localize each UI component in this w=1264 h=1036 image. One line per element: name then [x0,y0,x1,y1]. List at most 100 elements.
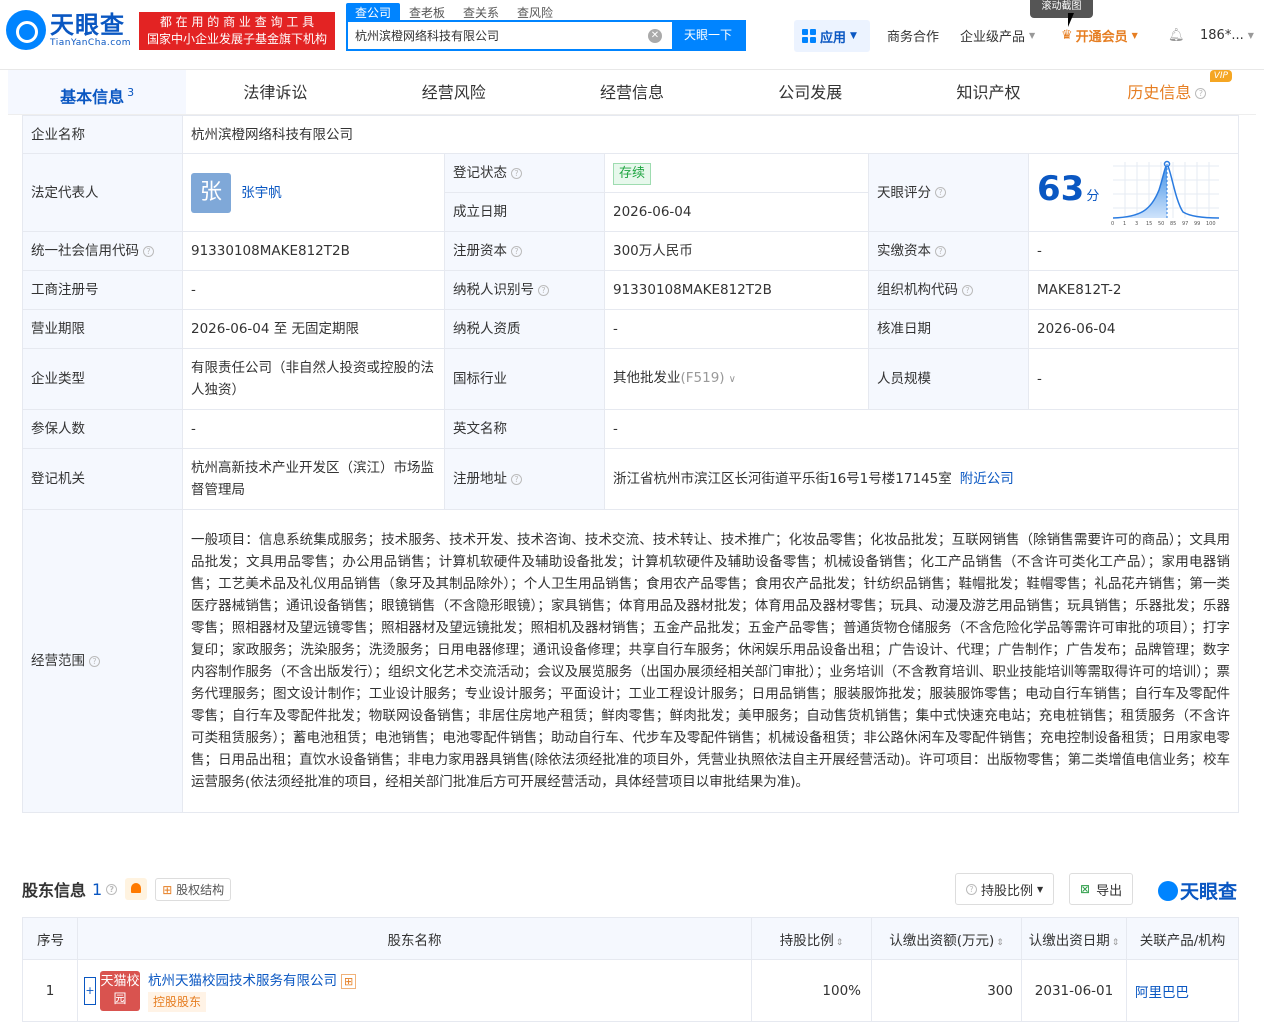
chevron-down-icon: ▼ [850,31,857,41]
export-button[interactable]: ⊠ 导出 [1069,873,1134,905]
tax-id: 91330108MAKE812T2B [604,270,869,310]
col-amount[interactable]: 认缴出资额(万元) ⇕ [871,917,1022,960]
tab-business-info[interactable]: 经营信息 [543,70,721,114]
ratio-filter-button[interactable]: ? 持股比例 ▼ [955,873,1055,905]
score-number: 63 [1037,168,1085,209]
label-score: 天眼评分? [868,153,1029,232]
found-date: 2026-06-04 [604,192,869,232]
shareholders-table: 序号 股东名称 持股比例 ⇕ 认缴出资额(万元) ⇕ 认缴出资日期 ⇕ 关联产品/机构… [22,917,1239,1022]
label-staff-size: 人员规模 [868,348,1029,410]
score-cell[interactable]: 63 分 0 1 3 15 50 85 97 99 100 [1027,153,1240,232]
eye-logo-icon [1158,880,1178,901]
tab-label: 基本信息 [60,87,125,107]
help-icon[interactable]: ? [106,883,118,895]
nav-vip-label: 开通会员 [1075,29,1128,45]
controlling-tag: 控股股东 [148,992,207,1012]
row-index: 1 [22,959,78,1022]
tab-business-risk[interactable]: 经营风险 [365,70,543,114]
nav-enterprise-label: 企业级产品 [960,29,1026,45]
help-icon[interactable]: ? [935,245,946,257]
help-icon[interactable]: ? [511,167,522,179]
taxpayer-qual: - [604,309,869,349]
vip-badge: VIP [1209,70,1232,82]
nav-business[interactable]: 商务合作 [887,18,939,52]
label-tax-id: 纳税人识别号? [444,270,605,310]
label-text: 统一社会信用代码 [31,243,139,259]
crown-icon: ♛ [1061,27,1073,43]
tab-basic-info[interactable]: 基本信息 3 [8,70,187,114]
bell-icon[interactable]: 🔔︎ [1168,18,1185,52]
tab-ip[interactable]: 知识产权 [899,70,1077,114]
structure-icon[interactable]: ⊞ [341,974,357,989]
help-icon[interactable]: ? [962,284,973,296]
product-link[interactable]: 阿里巴巴 [1126,959,1239,1022]
label-status: 登记状态? [444,153,605,193]
col-product: 关联产品/机构 [1126,917,1239,960]
org-code: MAKE812T-2 [1027,270,1240,310]
industry-cell[interactable]: 其他批发业(F519) ∨ [604,348,869,410]
sort-icon: ⇕ [1111,937,1120,948]
help-icon[interactable]: ? [935,187,946,198]
label-paid-capital: 实缴资本? [868,231,1029,271]
shareholder-cell: + 天猫校园 杭州天猫校园技术服务有限公司 ⊞ 控股股东 [77,959,752,1022]
label-org-code: 组织机构代码? [868,270,1029,310]
approve-date: 2026-06-04 [1027,309,1240,349]
basic-info-table: 企业名称 杭州滨橙网络科技有限公司 法定代表人 张 张宇帆 登记状态? 存续 天… [22,115,1240,813]
excel-icon: ⊠ [1080,882,1091,896]
logo-domain: TianYanCha.com [50,38,132,48]
tab-development[interactable]: 公司发展 [721,70,899,114]
search-button[interactable]: 天眼一下 [672,22,744,49]
tooltip: 滚动截图 [1030,0,1093,18]
help-icon: ? [966,883,977,895]
nav-user[interactable]: 186*... ▼ [1200,18,1254,52]
clear-icon[interactable]: ✕ [648,29,662,43]
shareholder-link[interactable]: 杭州天猫校园技术服务有限公司 [148,973,337,989]
apps-button[interactable]: 应用 ▼ [794,20,870,52]
user-phone: 186*... [1200,27,1244,43]
tick-label: 15 [1146,221,1152,226]
help-icon[interactable]: ? [89,655,100,667]
help-icon[interactable]: ? [511,473,522,485]
paid-capital: - [1027,231,1240,271]
nav-enterprise-products[interactable]: 企业级产品 ▼ [960,18,1035,52]
help-icon[interactable]: ? [511,245,522,257]
avatar: 张 [191,172,231,213]
search-box: ✕ 天眼一下 [346,20,746,51]
nearby-companies-link[interactable]: 附近公司 [960,471,1014,487]
industry-code: (F519) [680,370,725,386]
tianyancha-logo[interactable]: 天眼查 TianYanCha.com [6,10,131,50]
slogan-line-2: 国家中小企业发展子基金旗下机构 [146,32,327,46]
search-input[interactable] [348,22,638,49]
col-ratio[interactable]: 持股比例 ⇕ [751,917,872,960]
col-label: 持股比例 [779,932,834,949]
eye-logo-icon [6,10,46,50]
label-text: 天眼评分 [877,184,931,201]
section-tabs: 基本信息 3 法律诉讼 经营风险 经营信息 公司发展 知识产权 历史信息? VIP [8,70,1256,115]
help-icon[interactable]: ? [143,245,154,257]
company-logo: 天猫校园 [100,970,140,1011]
help-icon[interactable]: ? [538,284,549,296]
tab-history[interactable]: 历史信息? VIP [1078,70,1256,114]
tab-litigation[interactable]: 法律诉讼 [186,70,364,114]
col-index: 序号 [22,917,78,960]
monitor-bell-icon[interactable] [125,878,148,900]
label-term: 营业期限 [22,309,183,349]
company-name: 杭州滨橙网络科技有限公司 [181,115,1240,154]
col-date[interactable]: 认缴出资日期 ⇕ [1021,917,1127,960]
equity-structure-label: 股权结构 [176,882,225,897]
label-text: 组织机构代码 [877,282,958,298]
legal-rep-link[interactable]: 张宇帆 [241,185,282,201]
tick-label: 99 [1194,221,1200,226]
structure-icon: ⊞ [162,882,173,897]
table-row: 1 + 天猫校园 杭州天猫校园技术服务有限公司 ⊞ 控股股东 100% 300 2… [22,959,1239,1022]
ratio-filter-label: 持股比例 [981,883,1034,899]
expand-icon[interactable]: + [84,976,96,1005]
label-text: 经营范围 [31,653,85,669]
slogan-banner: 都 在 用 的 商 业 查 询 工 具 国家中小企业发展子基金旗下机构 [139,12,335,50]
label-business-scope: 经营范围? [22,509,183,813]
section-title: 股东信息 [22,881,87,900]
equity-structure-button[interactable]: ⊞ 股权结构 [155,877,232,901]
tianyancha-watermark: 天眼查 [1158,877,1237,904]
tick-label: 1 [1123,221,1126,226]
address-cell: 浙江省杭州市滨江区长河街道平乐街16号1号楼17145室 附近公司 [603,448,1240,510]
